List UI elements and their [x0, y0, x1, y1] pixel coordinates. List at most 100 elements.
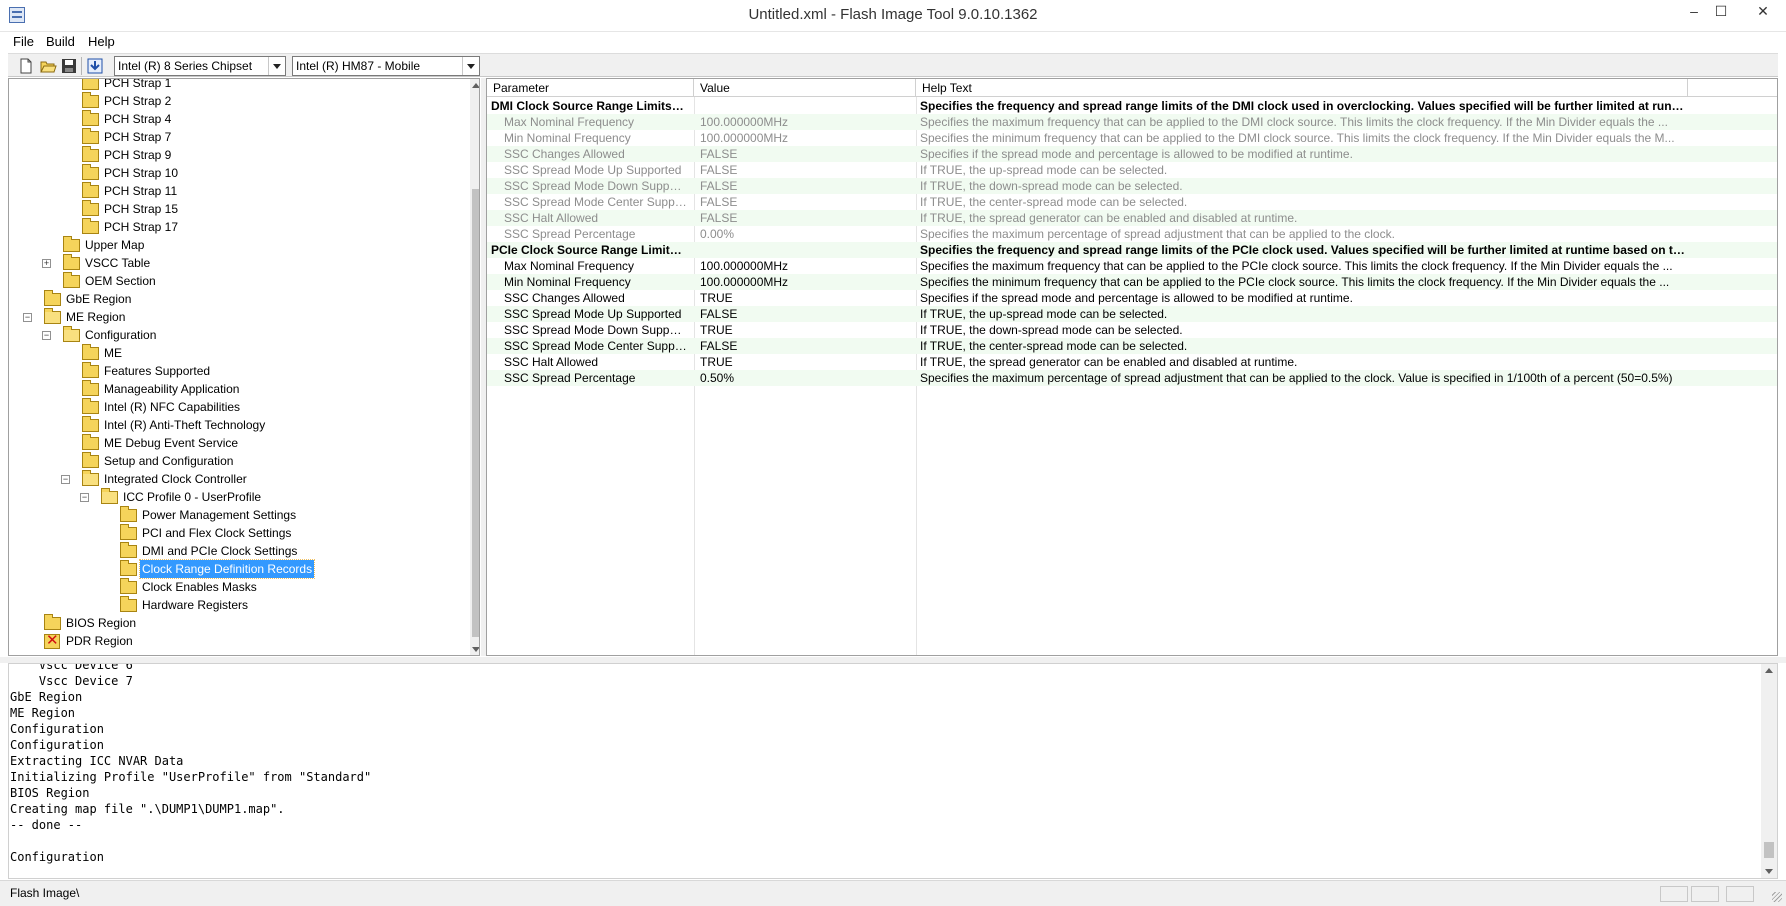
grid-row[interactable]: SSC Spread Mode Center Supported FALSE If … [487, 338, 1777, 354]
tree-item[interactable]: Upper Map [9, 236, 464, 254]
tree-item[interactable]: PCH Strap 2 [9, 92, 464, 110]
grid-row[interactable]: SSC Halt Allowed TRUE If TRUE, the spread … [487, 354, 1777, 370]
grid-cell-value[interactable]: FALSE [700, 178, 912, 194]
menu-file[interactable]: File [13, 33, 34, 51]
tree-item[interactable]: PCH Strap 7 [9, 128, 464, 146]
tree-item[interactable]: PCI and Flex Clock Settings [9, 524, 464, 542]
grid-cell-value[interactable]: TRUE [700, 322, 912, 338]
tree-item[interactable]: Manageability Application [9, 380, 464, 398]
tree-item[interactable]: PCH Strap 10 [9, 164, 464, 182]
tree-item[interactable]: Hardware Registers [9, 596, 464, 614]
grid-cell-value[interactable]: 0.00% [700, 226, 912, 242]
tree-item[interactable]: − ME Region [9, 308, 464, 326]
grid-cell-value[interactable]: 100.000000MHz [700, 258, 912, 274]
collapse-icon[interactable]: − [23, 313, 32, 322]
tree-item[interactable]: ME [9, 344, 464, 362]
grid-row[interactable]: Min Nominal Frequency 100.000000MHz Specif… [487, 130, 1777, 146]
grid-row[interactable]: Max Nominal Frequency 100.000000MHz Specif… [487, 114, 1777, 130]
grid-cell-value[interactable]: FALSE [700, 162, 912, 178]
grid-cell-value[interactable]: TRUE [700, 290, 912, 306]
grid-row[interactable]: SSC Spread Mode Down Supported FALSE If TR… [487, 178, 1777, 194]
grid-row[interactable]: SSC Spread Mode Down Supported TRUE If TRU… [487, 322, 1777, 338]
tree-item[interactable]: − ICC Profile 0 - UserProfile [9, 488, 464, 506]
chevron-down-icon[interactable] [268, 57, 285, 75]
tree-item[interactable]: PCH Strap 4 [9, 110, 464, 128]
grid-cell-value[interactable] [700, 242, 912, 258]
open-folder-icon[interactable] [39, 57, 57, 75]
tree-item[interactable]: Setup and Configuration [9, 452, 464, 470]
grid-row[interactable]: SSC Spread Percentage 0.00% Specifies the … [487, 226, 1777, 242]
grid-row[interactable]: SSC Spread Mode Center Supported FALSE If … [487, 194, 1777, 210]
grid-row[interactable]: SSC Spread Mode Up Supported FALSE If TRUE… [487, 306, 1777, 322]
grid-row[interactable]: SSC Spread Percentage 0.50% Specifies the … [487, 370, 1777, 386]
grid-row[interactable]: SSC Halt Allowed FALSE If TRUE, the spread… [487, 210, 1777, 226]
grid-row[interactable]: SSC Spread Mode Up Supported FALSE If TRUE… [487, 162, 1777, 178]
column-header-parameter[interactable]: Parameter [487, 79, 694, 97]
tree-item[interactable]: PDR Region [9, 632, 464, 650]
close-button[interactable]: ✕ [1740, 0, 1786, 24]
build-icon[interactable] [86, 57, 104, 75]
tree-item[interactable]: Power Management Settings [9, 506, 464, 524]
scroll-down-icon[interactable] [1765, 869, 1773, 874]
tree-item[interactable]: − Integrated Clock Controller [9, 470, 464, 488]
sku-select[interactable]: Intel (R) HM87 - Mobile [292, 56, 480, 76]
grid-cell-value[interactable] [700, 98, 912, 114]
grid-row[interactable]: Max Nominal Frequency 100.000000MHz Specif… [487, 258, 1777, 274]
grid-group-row[interactable]: DMI Clock Source Range Limits (MODI... Sp… [487, 98, 1777, 114]
scroll-up-icon[interactable] [1765, 668, 1773, 673]
tree-item[interactable]: PCH Strap 1 [9, 79, 464, 92]
tree-item[interactable]: Clock Enables Masks [9, 578, 464, 596]
tree-item[interactable]: PCH Strap 15 [9, 200, 464, 218]
log-scroll-thumb[interactable] [1764, 842, 1774, 858]
tree-scroll-thumb[interactable] [472, 189, 479, 637]
grid-cell-value[interactable]: FALSE [700, 210, 912, 226]
column-header-value[interactable]: Value [694, 79, 916, 97]
save-icon[interactable] [60, 57, 78, 75]
grid-row[interactable]: SSC Changes Allowed TRUE Specifies if the … [487, 290, 1777, 306]
collapse-icon[interactable]: − [61, 475, 70, 484]
tree-item[interactable]: PCH Strap 11 [9, 182, 464, 200]
grid-row[interactable]: SSC Changes Allowed FALSE Specifies if the… [487, 146, 1777, 162]
tree-item[interactable]: + VSCC Table [9, 254, 464, 272]
maximize-button[interactable]: ☐ [1698, 0, 1744, 24]
resize-grip-icon[interactable] [1772, 892, 1782, 902]
grid-cell-value[interactable]: FALSE [700, 338, 912, 354]
tree-item[interactable]: − Configuration [9, 326, 464, 344]
tree-scrollbar[interactable] [470, 79, 479, 655]
grid-cell-value[interactable]: FALSE [700, 146, 912, 162]
collapse-icon[interactable]: − [42, 331, 51, 340]
grid-row[interactable]: Min Nominal Frequency 100.000000MHz Specif… [487, 274, 1777, 290]
menu-build[interactable]: Build [46, 33, 75, 51]
log-output[interactable]: Vscc Device 6 Vscc Device 7 GbE Region M… [8, 663, 1778, 879]
tree-item[interactable]: Features Supported [9, 362, 464, 380]
tree-item[interactable]: DMI and PCIe Clock Settings [9, 542, 464, 560]
tree-item[interactable]: Clock Range Definition Records [9, 559, 464, 579]
tree-item[interactable]: GbE Region [9, 290, 464, 308]
grid-cell-value[interactable]: 100.000000MHz [700, 274, 912, 290]
column-header-help[interactable]: Help Text [916, 79, 1688, 97]
chipset-select[interactable]: Intel (R) 8 Series Chipset [114, 56, 286, 76]
grid-cell-value[interactable]: 0.50% [700, 370, 912, 386]
grid-group-row[interactable]: PCIe Clock Source Range Limits (MODI... S… [487, 242, 1777, 258]
chevron-down-icon[interactable] [462, 57, 479, 75]
new-file-icon[interactable] [17, 57, 35, 75]
tree-item[interactable]: ME Debug Event Service [9, 434, 464, 452]
menu-help[interactable]: Help [88, 33, 115, 51]
property-grid[interactable]: Parameter Value Help Text DMI Clock Sour… [486, 78, 1778, 656]
tree-item[interactable]: BIOS Region [9, 614, 464, 632]
tree-item[interactable]: Intel (R) Anti-Theft Technology [9, 416, 464, 434]
grid-cell-value[interactable]: FALSE [700, 194, 912, 210]
scroll-up-icon[interactable] [472, 83, 479, 88]
log-scrollbar[interactable] [1761, 664, 1777, 878]
grid-cell-value[interactable]: 100.000000MHz [700, 130, 912, 146]
expand-icon[interactable]: + [42, 259, 51, 268]
scroll-down-icon[interactable] [472, 647, 479, 652]
grid-cell-value[interactable]: FALSE [700, 306, 912, 322]
tree-item[interactable]: Intel (R) NFC Capabilities [9, 398, 464, 416]
tree-view[interactable]: PCH Strap 1 PCH Strap 2 PCH Strap 4 PCH Str… [8, 78, 480, 656]
grid-cell-value[interactable]: TRUE [700, 354, 912, 370]
grid-cell-value[interactable]: 100.000000MHz [700, 114, 912, 130]
tree-item[interactable]: OEM Section [9, 272, 464, 290]
tree-item[interactable]: PCH Strap 9 [9, 146, 464, 164]
collapse-icon[interactable]: − [80, 493, 89, 502]
